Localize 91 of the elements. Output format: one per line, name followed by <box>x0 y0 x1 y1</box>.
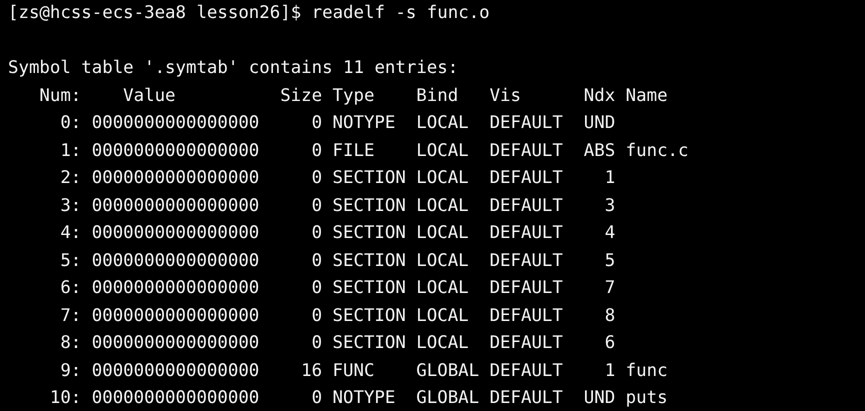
table-cell: SECTION <box>332 168 406 188</box>
table-cell: 0000000000000000 <box>92 113 260 133</box>
table-cell: 0 <box>312 196 322 216</box>
table-cell: 8: <box>60 333 82 353</box>
table-cell: LOCAL <box>416 140 469 160</box>
table-cell: DEFAULT <box>490 196 563 216</box>
table-cell: 0 <box>312 333 322 353</box>
table-cell: 10: <box>50 388 82 408</box>
column-header: Value <box>123 86 176 106</box>
table-cell: NOTYPE <box>332 113 396 133</box>
table-cell: GLOBAL <box>416 388 480 408</box>
table-cell: 0000000000000000 <box>92 278 260 298</box>
table-cell: 16 <box>301 360 322 380</box>
table-cell: DEFAULT <box>490 388 563 408</box>
table-cell: 0 <box>312 140 322 160</box>
table-cell: 0 <box>312 250 322 270</box>
table-cell: FUNC <box>332 360 374 380</box>
table-cell: DEFAULT <box>490 140 563 160</box>
column-header: Name <box>626 86 668 106</box>
table-cell: LOCAL <box>416 306 469 326</box>
table-cell: 0000000000000000 <box>92 306 260 326</box>
table-cell: 7 <box>604 278 616 298</box>
table-cell: NOTYPE <box>332 388 396 408</box>
table-cell: 0 <box>312 113 322 133</box>
table-cell: DEFAULT <box>490 250 563 270</box>
table-cell: puts <box>626 388 668 408</box>
table-cell: DEFAULT <box>490 113 563 133</box>
table-cell: 4: <box>60 223 82 243</box>
table-cell: LOCAL <box>416 278 469 298</box>
table-cell: LOCAL <box>416 168 469 188</box>
column-header: Size <box>280 86 322 106</box>
table-cell: 0000000000000000 <box>92 388 260 408</box>
table-cell: 5 <box>604 250 616 270</box>
table-cell: 0 <box>312 223 322 243</box>
column-header: Vis <box>490 86 521 106</box>
table-cell: LOCAL <box>416 250 469 270</box>
table-cell: 5: <box>60 250 82 270</box>
column-header: Type <box>332 86 374 106</box>
table-cell: 0000000000000000 <box>92 360 260 380</box>
table-cell: 0000000000000000 <box>92 168 260 188</box>
table-cell: 3: <box>60 196 82 216</box>
table-cell: LOCAL <box>416 223 469 243</box>
table-cell: FILE <box>332 140 374 160</box>
table-cell: 1 <box>604 168 616 188</box>
table-cell: 0000000000000000 <box>92 196 260 216</box>
table-cell: GLOBAL <box>416 360 480 380</box>
table-cell: 7: <box>60 306 82 326</box>
table-cell: 0000000000000000 <box>92 223 260 243</box>
table-cell: SECTION <box>332 333 406 353</box>
table-cell: func <box>626 360 668 380</box>
table-cell: 0 <box>312 388 322 408</box>
table-cell: LOCAL <box>416 196 469 216</box>
table-cell: DEFAULT <box>490 333 563 353</box>
table-cell: 9: <box>60 360 82 380</box>
table-cell: LOCAL <box>416 113 469 133</box>
table-cell: DEFAULT <box>490 278 563 298</box>
column-header: Ndx <box>584 86 616 106</box>
table-cell: 1: <box>60 140 82 160</box>
table-cell: 3 <box>604 196 616 216</box>
table-cell: 6: <box>60 278 82 298</box>
command-text: readelf -s func.o <box>312 2 490 25</box>
column-header: Bind <box>416 86 458 106</box>
table-cell: 4 <box>604 223 616 243</box>
table-cell: 0000000000000000 <box>92 140 260 160</box>
table-cell: DEFAULT <box>490 360 563 380</box>
table-cell: 0000000000000000 <box>92 333 260 353</box>
table-cell: DEFAULT <box>490 306 563 326</box>
table-cell: SECTION <box>332 306 406 326</box>
shell-prompt: [zs@hcss-ecs-3ea8 lesson26]$ <box>8 2 302 25</box>
table-cell: DEFAULT <box>490 223 563 243</box>
table-cell: 8 <box>604 306 616 326</box>
table-cell: UND <box>584 388 616 408</box>
table-cell: 0: <box>60 113 82 133</box>
table-cell: SECTION <box>332 250 406 270</box>
table-cell: 1 <box>604 360 616 380</box>
table-cell: SECTION <box>332 223 406 243</box>
table-cell: 0 <box>312 278 322 298</box>
table-cell: 0 <box>312 168 322 188</box>
table-cell: 6 <box>604 333 616 353</box>
table-cell: LOCAL <box>416 333 469 353</box>
table-cell: SECTION <box>332 278 406 298</box>
table-cell: SECTION <box>332 196 406 216</box>
column-header: Num: <box>39 86 82 106</box>
table-cell: ABS <box>584 140 616 160</box>
table-cell: 0000000000000000 <box>92 250 260 270</box>
table-cell: UND <box>584 113 616 133</box>
table-cell: func.c <box>626 140 688 160</box>
table-cell: DEFAULT <box>490 168 563 188</box>
table-cell: 2: <box>60 168 82 188</box>
table-heading: Symbol table '.symtab' contains 11 entries: <box>8 58 458 78</box>
table-cell: 0 <box>312 306 322 326</box>
